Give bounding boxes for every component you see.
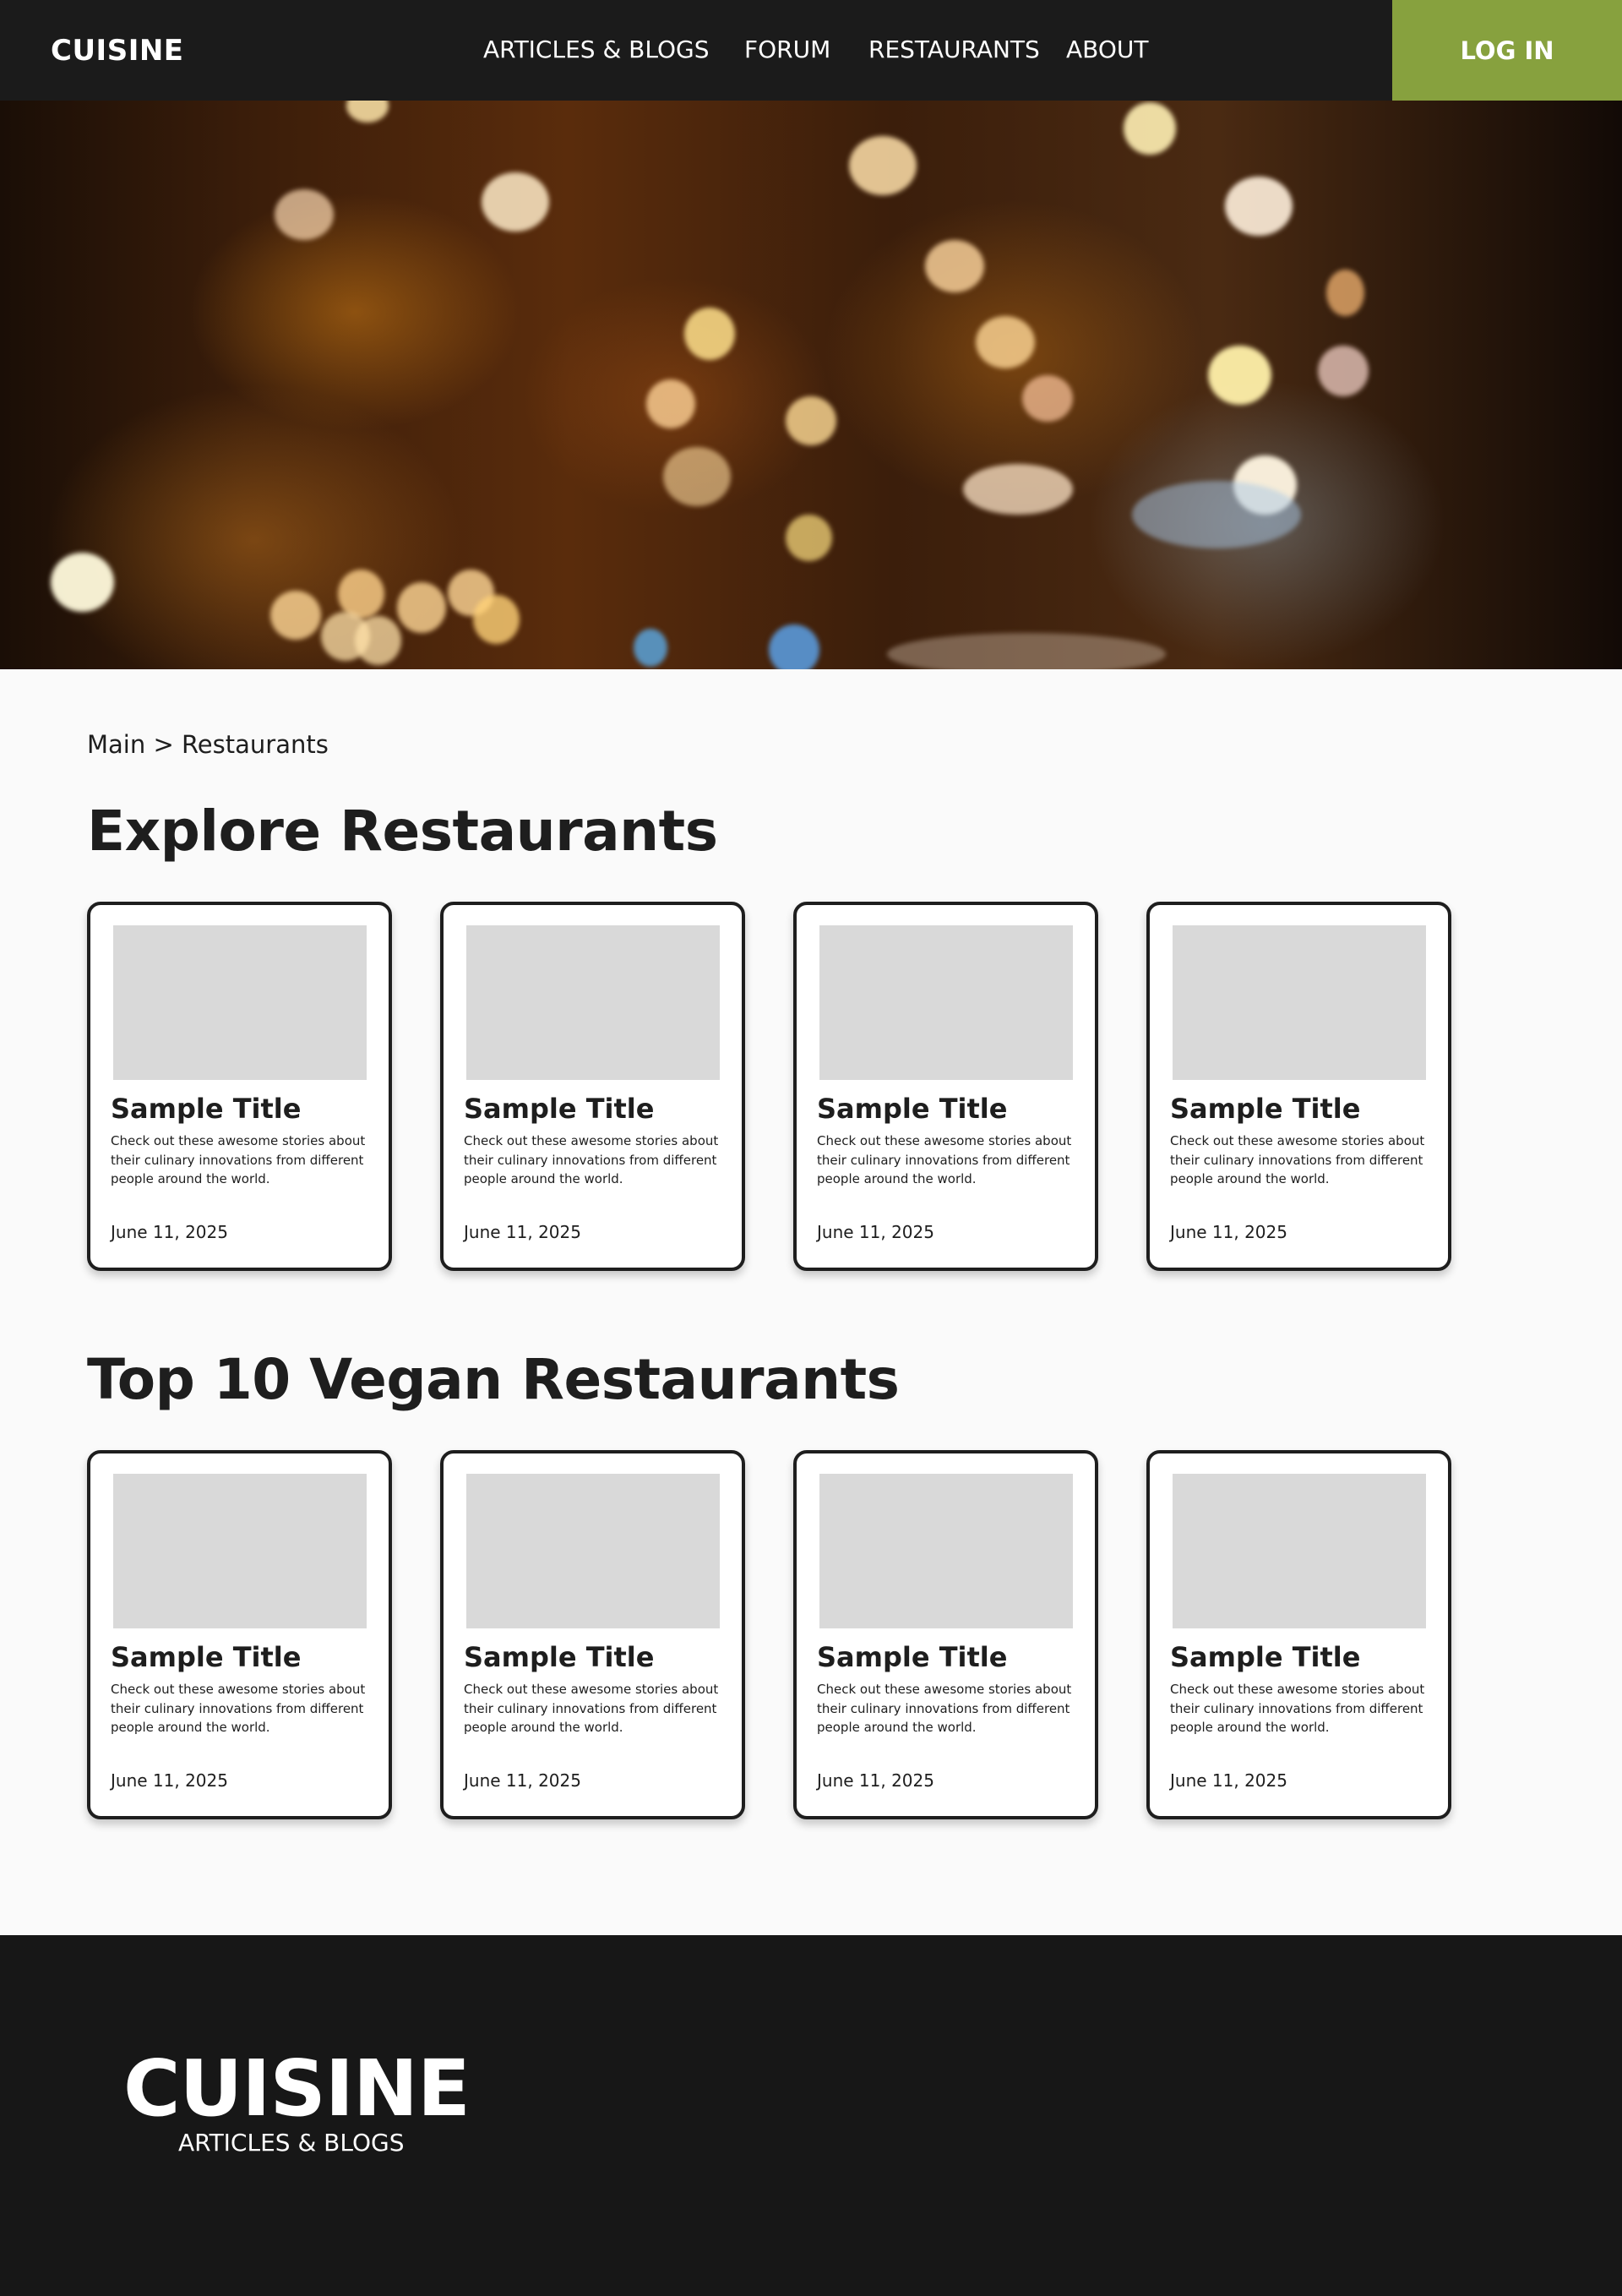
card-description: Check out these awesome stories about th…	[464, 1133, 719, 1186]
card-date: June 11, 2025	[817, 1770, 934, 1791]
card-description: Check out these awesome stories about th…	[111, 1682, 366, 1735]
restaurant-card[interactable]: Sample Title Check out these awesome sto…	[793, 902, 1098, 1271]
card-description: Check out these awesome stories about th…	[464, 1682, 719, 1735]
restaurant-card[interactable]: Sample Title Check out these awesome sto…	[1146, 902, 1451, 1271]
restaurant-card[interactable]: Sample Title Check out these awesome sto…	[87, 902, 392, 1271]
footer: CUISINE ARTICLES & BLOGS	[0, 1935, 1622, 2296]
card-title: Sample Title	[817, 1641, 1008, 1673]
card-date: June 11, 2025	[111, 1222, 228, 1242]
card-date: June 11, 2025	[464, 1222, 581, 1242]
card-date: June 11, 2025	[111, 1770, 228, 1791]
login-button[interactable]: LOG IN	[1392, 0, 1622, 101]
card-title: Sample Title	[464, 1641, 655, 1673]
card-image-placeholder	[1173, 925, 1426, 1080]
card-date: June 11, 2025	[464, 1770, 581, 1791]
breadcrumb[interactable]: Main > Restaurants	[87, 730, 329, 759]
restaurant-card[interactable]: Sample Title Check out these awesome sto…	[87, 1450, 392, 1819]
card-image-placeholder	[466, 1474, 720, 1628]
card-image-placeholder	[1173, 1474, 1426, 1628]
footer-logo[interactable]: CUISINE	[123, 2043, 471, 2134]
card-title: Sample Title	[1170, 1093, 1361, 1125]
hero-image	[0, 101, 1622, 669]
card-image-placeholder	[819, 1474, 1073, 1628]
card-title: Sample Title	[111, 1093, 302, 1125]
card-image-placeholder	[466, 925, 720, 1080]
card-description: Check out these awesome stories about th…	[1170, 1133, 1425, 1186]
card-title: Sample Title	[464, 1093, 655, 1125]
nav-link-about[interactable]: ABOUT	[1066, 35, 1149, 63]
restaurant-card[interactable]: Sample Title Check out these awesome sto…	[793, 1450, 1098, 1819]
card-date: June 11, 2025	[1170, 1770, 1287, 1791]
card-date: June 11, 2025	[1170, 1222, 1287, 1242]
card-date: June 11, 2025	[817, 1222, 934, 1242]
card-description: Check out these awesome stories about th…	[111, 1133, 366, 1186]
site-logo[interactable]: CUISINE	[51, 34, 184, 68]
card-title: Sample Title	[817, 1093, 1008, 1125]
card-description: Check out these awesome stories about th…	[817, 1682, 1072, 1735]
card-title: Sample Title	[1170, 1641, 1361, 1673]
nav-link-forum[interactable]: FORUM	[744, 35, 830, 63]
restaurant-card[interactable]: Sample Title Check out these awesome sto…	[1146, 1450, 1451, 1819]
restaurant-card[interactable]: Sample Title Check out these awesome sto…	[440, 1450, 745, 1819]
navbar: CUISINE ARTICLES & BLOGS FORUM RESTAURAN…	[0, 0, 1622, 101]
card-title: Sample Title	[111, 1641, 302, 1673]
section-title-explore-restaurants: Explore Restaurants	[87, 799, 718, 864]
card-image-placeholder	[113, 925, 367, 1080]
footer-link-articles-blogs[interactable]: ARTICLES & BLOGS	[178, 2129, 405, 2157]
card-description: Check out these awesome stories about th…	[1170, 1682, 1425, 1735]
card-description: Check out these awesome stories about th…	[817, 1133, 1072, 1186]
card-image-placeholder	[819, 925, 1073, 1080]
card-image-placeholder	[113, 1474, 367, 1628]
restaurant-card[interactable]: Sample Title Check out these awesome sto…	[440, 902, 745, 1271]
nav-link-articles-blogs[interactable]: ARTICLES & BLOGS	[483, 35, 710, 63]
section-title-top-vegan-restaurants: Top 10 Vegan Restaurants	[87, 1347, 900, 1412]
nav-link-restaurants[interactable]: RESTAURANTS	[868, 35, 1040, 63]
